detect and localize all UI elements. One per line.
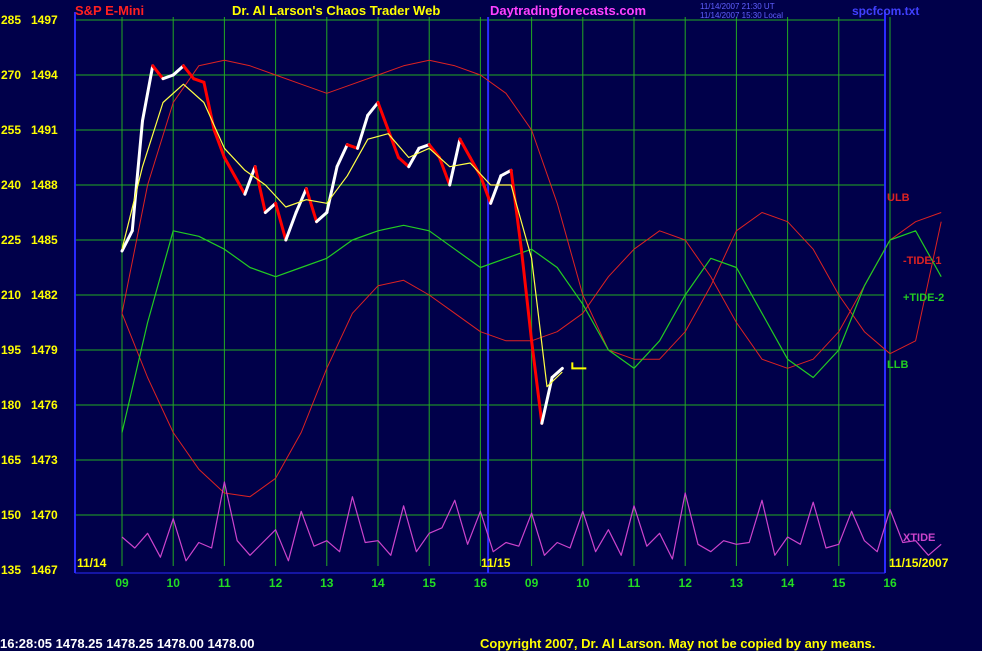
y-tick-label-right: 1491 — [31, 123, 58, 137]
y-tick-label-left: 240 — [1, 178, 21, 192]
x-tick-label: 09 — [525, 576, 539, 590]
data-filename: spcfcom.txt — [852, 4, 920, 18]
x-tick-label: 16 — [883, 576, 897, 590]
timestamp-local: 11/14/2007 15:30 Local — [700, 11, 784, 20]
y-tick-label-right: 1488 — [31, 178, 58, 192]
chart-header-title: Dr. Al Larson's Chaos Trader Web — [232, 3, 441, 18]
quote-readout: 16:28:05 1478.25 1478.25 1478.00 1478.00 — [0, 636, 255, 651]
timestamp-ut: 11/14/2007 21:30 UT — [700, 2, 775, 11]
y-tick-label-right: 1485 — [31, 233, 58, 247]
ulb-series-label: ULB — [887, 192, 910, 204]
y-tick-label-left: 225 — [1, 233, 21, 247]
x-tick-label: 11 — [628, 576, 641, 590]
xtide-series-label: XTIDE — [903, 532, 935, 544]
x-tick-label: 15 — [423, 576, 437, 590]
y-tick-label-right: 1476 — [31, 398, 58, 412]
llb-series-label: LLB — [887, 359, 908, 371]
y-tick-label-left: 255 — [1, 123, 21, 137]
y-tick-label-right: 1467 — [31, 563, 58, 577]
tide1-series-label: -TIDE-1 — [903, 255, 942, 267]
x-date-label: 11/15/2007 — [889, 556, 949, 570]
x-date-label: 11/14 — [77, 556, 107, 570]
x-tick-label: 13 — [320, 576, 334, 590]
y-tick-label-right: 1482 — [31, 288, 58, 302]
x-tick-label: 16 — [474, 576, 488, 590]
x-tick-label: 12 — [269, 576, 283, 590]
y-tick-label-right: 1479 — [31, 343, 58, 357]
y-tick-label-left: 180 — [1, 398, 21, 412]
x-tick-label: 14 — [781, 576, 795, 590]
y-tick-label-right: 1473 — [31, 453, 58, 467]
y-tick-label-left: 195 — [1, 343, 21, 357]
instrument-label: S&P E-Mini — [75, 3, 145, 18]
site-name: Daytradingforecasts.com — [490, 3, 647, 18]
x-tick-label: 10 — [576, 576, 590, 590]
y-tick-label-left: 135 — [1, 563, 21, 577]
y-tick-label-left: 285 — [1, 13, 21, 27]
y-tick-label-right: 1494 — [31, 68, 58, 82]
x-tick-label: 12 — [679, 576, 693, 590]
x-tick-label: 15 — [832, 576, 846, 590]
copyright-notice: Copyright 2007, Dr. Al Larson. May not b… — [480, 636, 876, 651]
y-tick-label-left: 210 — [1, 288, 21, 302]
x-tick-label: 14 — [371, 576, 385, 590]
x-tick-label: 09 — [115, 576, 129, 590]
y-tick-label-left: 165 — [1, 453, 21, 467]
y-tick-label-right: 1497 — [31, 13, 58, 27]
y-tick-label-left: 270 — [1, 68, 21, 82]
x-tick-label: 10 — [167, 576, 181, 590]
y-tick-label-right: 1470 — [31, 508, 58, 522]
x-tick-label: 13 — [730, 576, 744, 590]
tide2-series-label: +TIDE-2 — [903, 292, 944, 304]
x-tick-label: 11 — [218, 576, 231, 590]
chart-canvas: 285 1497 270 1494 255 1491 240 1488 225 1485 210 14… — [0, 0, 982, 650]
y-tick-label-left: 150 — [1, 508, 21, 522]
x-date-label: 11/15 — [481, 556, 511, 570]
